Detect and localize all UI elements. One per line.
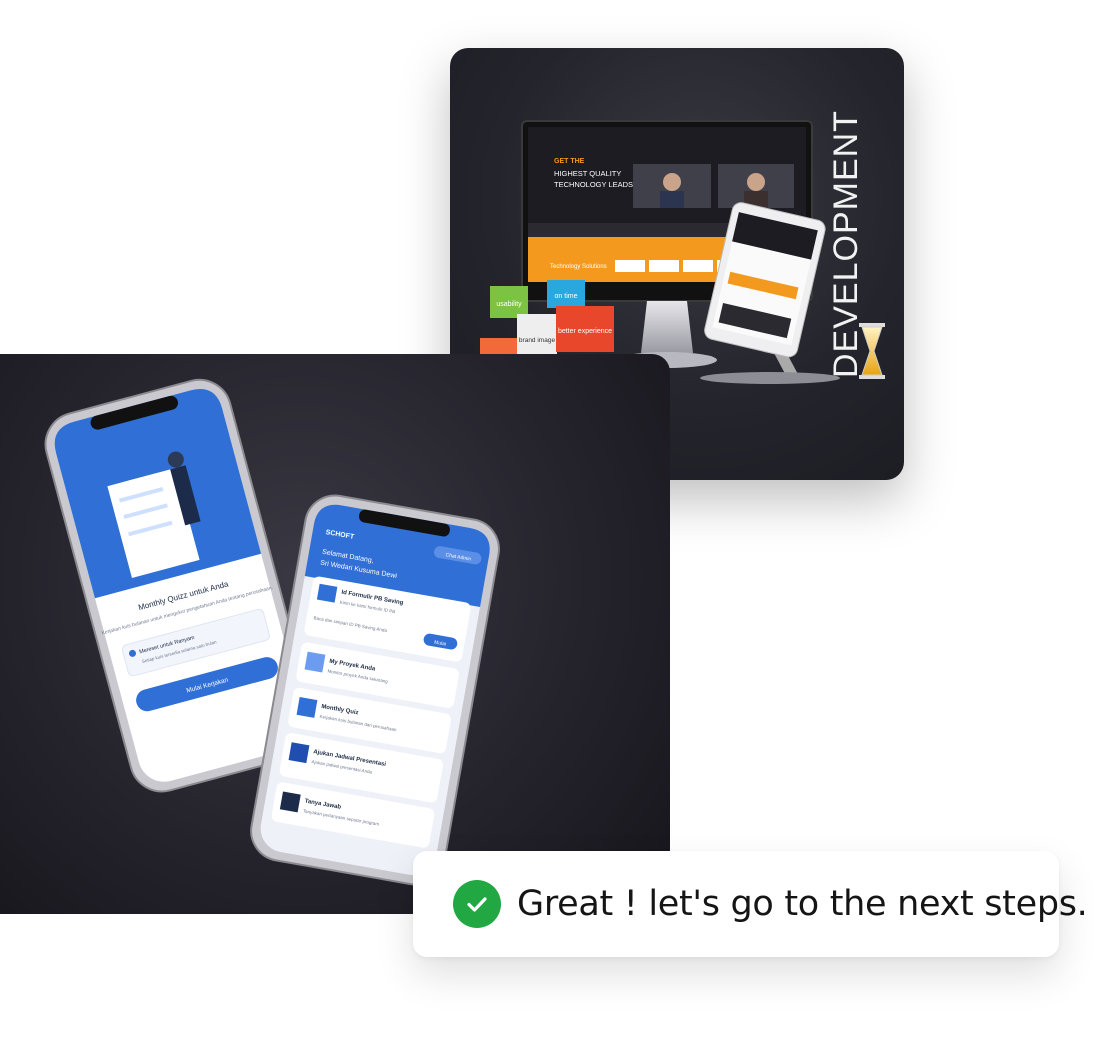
- mobile-app-image-card: Monthly Quizz untuk Anda Kerjakan kuis b…: [0, 354, 670, 914]
- monitor-band-label: Technology Solutions: [550, 264, 607, 270]
- success-toast: Great ! let's go to the next steps.: [413, 851, 1088, 957]
- mobile-app-illustration: Monthly Quizz untuk Anda Kerjakan kuis b…: [44, 378, 500, 886]
- tag-usability: usability: [496, 301, 522, 308]
- tag-brand-image: brand image: [519, 337, 556, 344]
- check-circle-icon: [453, 880, 501, 928]
- monitor-headline-1: HIGHEST QUALITY: [554, 169, 621, 178]
- toast-message: Great ! let's go to the next steps.: [517, 884, 1088, 924]
- tag-better-experience: better experience: [558, 328, 612, 335]
- tag-on-time: on time: [555, 293, 578, 300]
- monitor-headline-2: TECHNOLOGY LEADS: [554, 180, 633, 189]
- right-phone: SCHOFT Chat Admin Selamat Datang, Sri We…: [250, 494, 500, 886]
- monitor-headline-small: GET THE: [554, 158, 585, 165]
- development-title: DEVELOPMENT: [827, 110, 865, 378]
